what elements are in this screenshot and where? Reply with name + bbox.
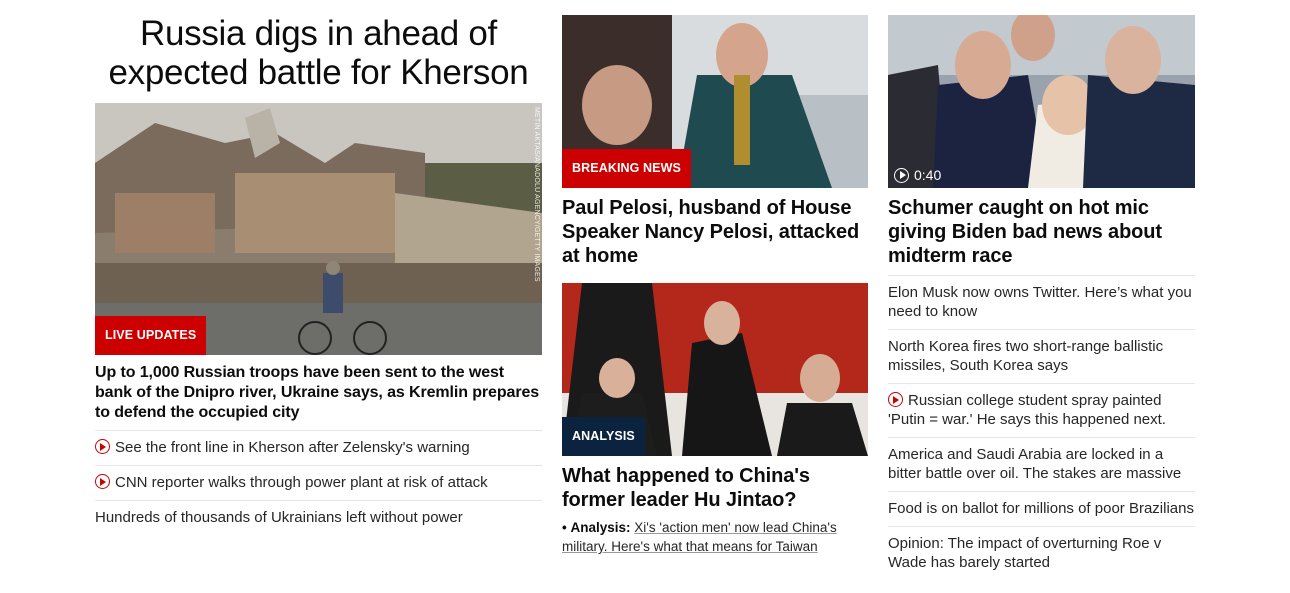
middle-column: BREAKING NEWS Paul Pelosi, husband of Ho… — [562, 0, 868, 556]
lead-headline[interactable]: Russia digs in ahead of expected battle … — [95, 14, 542, 92]
video-duration[interactable]: 0:40 — [894, 167, 941, 183]
list-item[interactable]: Hundreds of thousands of Ukrainians left… — [95, 500, 542, 535]
right-related-links: Elon Musk now owns Twitter. Here’s what … — [888, 275, 1195, 580]
lead-subheadline[interactable]: Up to 1,000 Russian troops have been sen… — [95, 363, 542, 423]
list-item[interactable]: Opinion: The impact of overturning Roe v… — [888, 526, 1195, 580]
pelosi-image[interactable]: BREAKING NEWS — [562, 15, 868, 188]
pelosi-headline[interactable]: Paul Pelosi, husband of House Speaker Na… — [562, 196, 868, 268]
photo-credit: METIN AKTAS/ANADOLU AGENCY/GETTY IMAGES — [533, 107, 540, 282]
lead-story: Russia digs in ahead of expected battle … — [95, 0, 542, 535]
schumer-headline[interactable]: Schumer caught on hot mic giving Biden b… — [888, 196, 1195, 268]
china-image[interactable]: ANALYSIS — [562, 283, 868, 456]
china-headline[interactable]: What happened to China's former leader H… — [562, 464, 868, 512]
play-icon — [888, 392, 903, 407]
list-item[interactable]: Russian college student spray painted 'P… — [888, 383, 1195, 437]
schumer-biden-photo — [888, 15, 1195, 188]
play-icon — [894, 167, 909, 183]
lead-related-links: See the front line in Kherson after Zele… — [95, 430, 542, 535]
lead-image[interactable]: METIN AKTAS/ANADOLU AGENCY/GETTY IMAGES … — [95, 103, 542, 355]
analysis-badge[interactable]: ANALYSIS — [562, 417, 645, 456]
live-updates-badge[interactable]: LIVE UPDATES — [95, 316, 207, 355]
list-item[interactable]: Elon Musk now owns Twitter. Here’s what … — [888, 275, 1195, 329]
schumer-video[interactable]: 0:40 — [888, 15, 1195, 188]
play-icon — [95, 439, 110, 454]
analysis-link[interactable]: • Analysis: Xi's 'action men' now lead C… — [562, 518, 868, 556]
list-item[interactable]: America and Saudi Arabia are locked in a… — [888, 437, 1195, 491]
list-item[interactable]: CNN reporter walks through power plant a… — [95, 465, 542, 500]
list-item[interactable]: North Korea fires two short-range ballis… — [888, 329, 1195, 383]
breaking-news-badge[interactable]: BREAKING NEWS — [562, 149, 691, 188]
list-item[interactable]: See the front line in Kherson after Zele… — [95, 430, 542, 465]
list-item[interactable]: Food is on ballot for millions of poor B… — [888, 491, 1195, 526]
right-column: 0:40 Schumer caught on hot mic giving Bi… — [888, 0, 1195, 580]
play-icon — [95, 474, 110, 489]
